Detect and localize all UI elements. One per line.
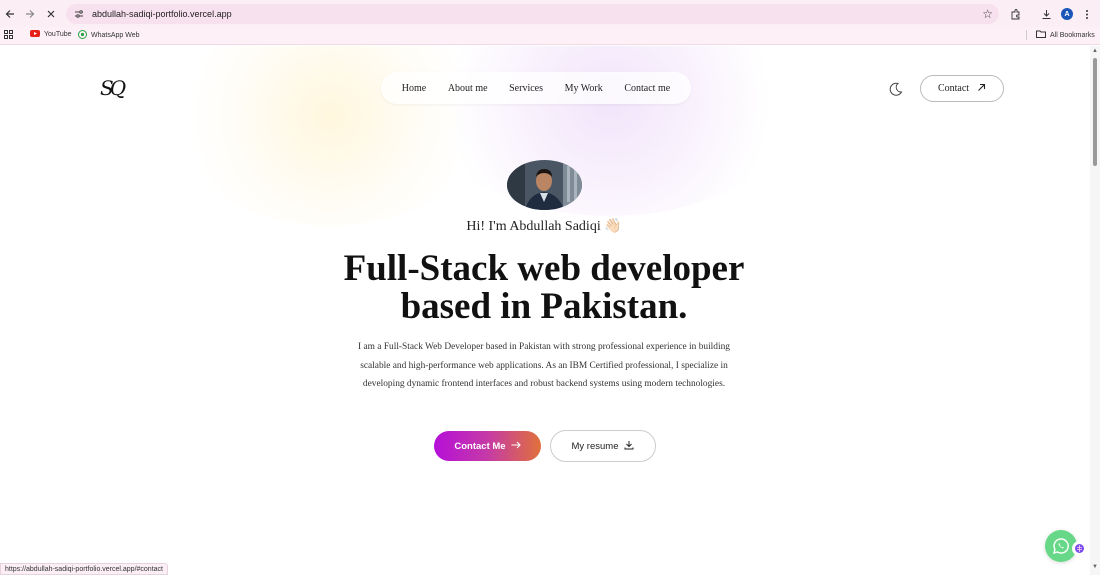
browser-toolbar: abdullah-sadiqi-portfolio.vercel.app ☆ A — [0, 0, 1100, 27]
nav-link-about[interactable]: About me — [448, 83, 488, 94]
site-settings-icon[interactable] — [72, 7, 86, 21]
nav-link-services[interactable]: Services — [509, 83, 543, 94]
bookmarks-divider — [1026, 30, 1027, 40]
hero-description: I am a Full-Stack Web Developer based in… — [358, 342, 730, 389]
nav-link-contact[interactable]: Contact me — [624, 83, 670, 94]
profile-avatar[interactable]: A — [1057, 4, 1077, 24]
contact-button-header[interactable]: Contact — [920, 75, 1004, 102]
url-text: abdullah-sadiqi-portfolio.vercel.app — [92, 9, 232, 19]
scrollbar-thumb[interactable] — [1093, 58, 1097, 166]
main-nav: Home About me Services My Work Contact m… — [381, 72, 691, 104]
nav-link-home[interactable]: Home — [402, 83, 426, 94]
forward-icon[interactable] — [20, 4, 40, 24]
site-logo[interactable]: SQ — [100, 76, 126, 100]
page-scrollbar[interactable]: ▲ ▼ — [1090, 46, 1100, 575]
whatsapp-icon — [1052, 538, 1069, 555]
whatsapp-icon — [78, 30, 87, 41]
portfolio-page: SQ Home About me Services My Work Contac… — [0, 46, 1090, 575]
download-icon[interactable] — [1036, 4, 1056, 24]
bookmark-youtube[interactable]: YouTube — [30, 30, 72, 39]
bookmark-whatsapp[interactable]: WhatsApp Web — [78, 30, 140, 41]
brain-icon — [1075, 544, 1084, 553]
greeting-text: Hi! I'm Abdullah Sadiqi 👋🏻 — [466, 219, 622, 234]
resume-download-button[interactable]: My resume — [550, 430, 656, 462]
arrow-right-icon — [511, 441, 521, 452]
extension-badge[interactable] — [1072, 541, 1087, 556]
scroll-up-icon[interactable]: ▲ — [1092, 48, 1098, 54]
download-icon — [624, 440, 634, 453]
scroll-down-icon[interactable]: ▼ — [1092, 564, 1098, 570]
nav-link-my-work[interactable]: My Work — [565, 83, 603, 94]
menu-kebab-icon[interactable] — [1077, 4, 1097, 24]
youtube-icon — [30, 30, 40, 39]
bookmarks-bar: YouTube WhatsApp Web All Bookmarks — [0, 27, 1100, 45]
back-icon[interactable] — [0, 4, 20, 24]
contact-me-button[interactable]: Contact Me — [434, 431, 541, 461]
link-status-bar: https://abdullah-sadiqi-portfolio.vercel… — [0, 563, 168, 575]
address-bar[interactable]: abdullah-sadiqi-portfolio.vercel.app ☆ — [66, 4, 999, 24]
arrow-up-right-icon — [977, 83, 986, 95]
bookmark-star-icon[interactable]: ☆ — [982, 7, 993, 21]
apps-grid-icon[interactable] — [4, 30, 13, 39]
hero-headline: Full-Stack web developer based in Pakist… — [343, 248, 745, 327]
extensions-icon[interactable] — [1005, 4, 1025, 24]
moon-icon — [889, 82, 903, 96]
all-bookmarks[interactable]: All Bookmarks — [1026, 30, 1095, 40]
folder-icon — [1036, 30, 1046, 40]
dark-mode-toggle[interactable] — [888, 81, 904, 97]
profile-photo — [507, 160, 582, 210]
stop-loading-icon[interactable] — [41, 4, 61, 24]
